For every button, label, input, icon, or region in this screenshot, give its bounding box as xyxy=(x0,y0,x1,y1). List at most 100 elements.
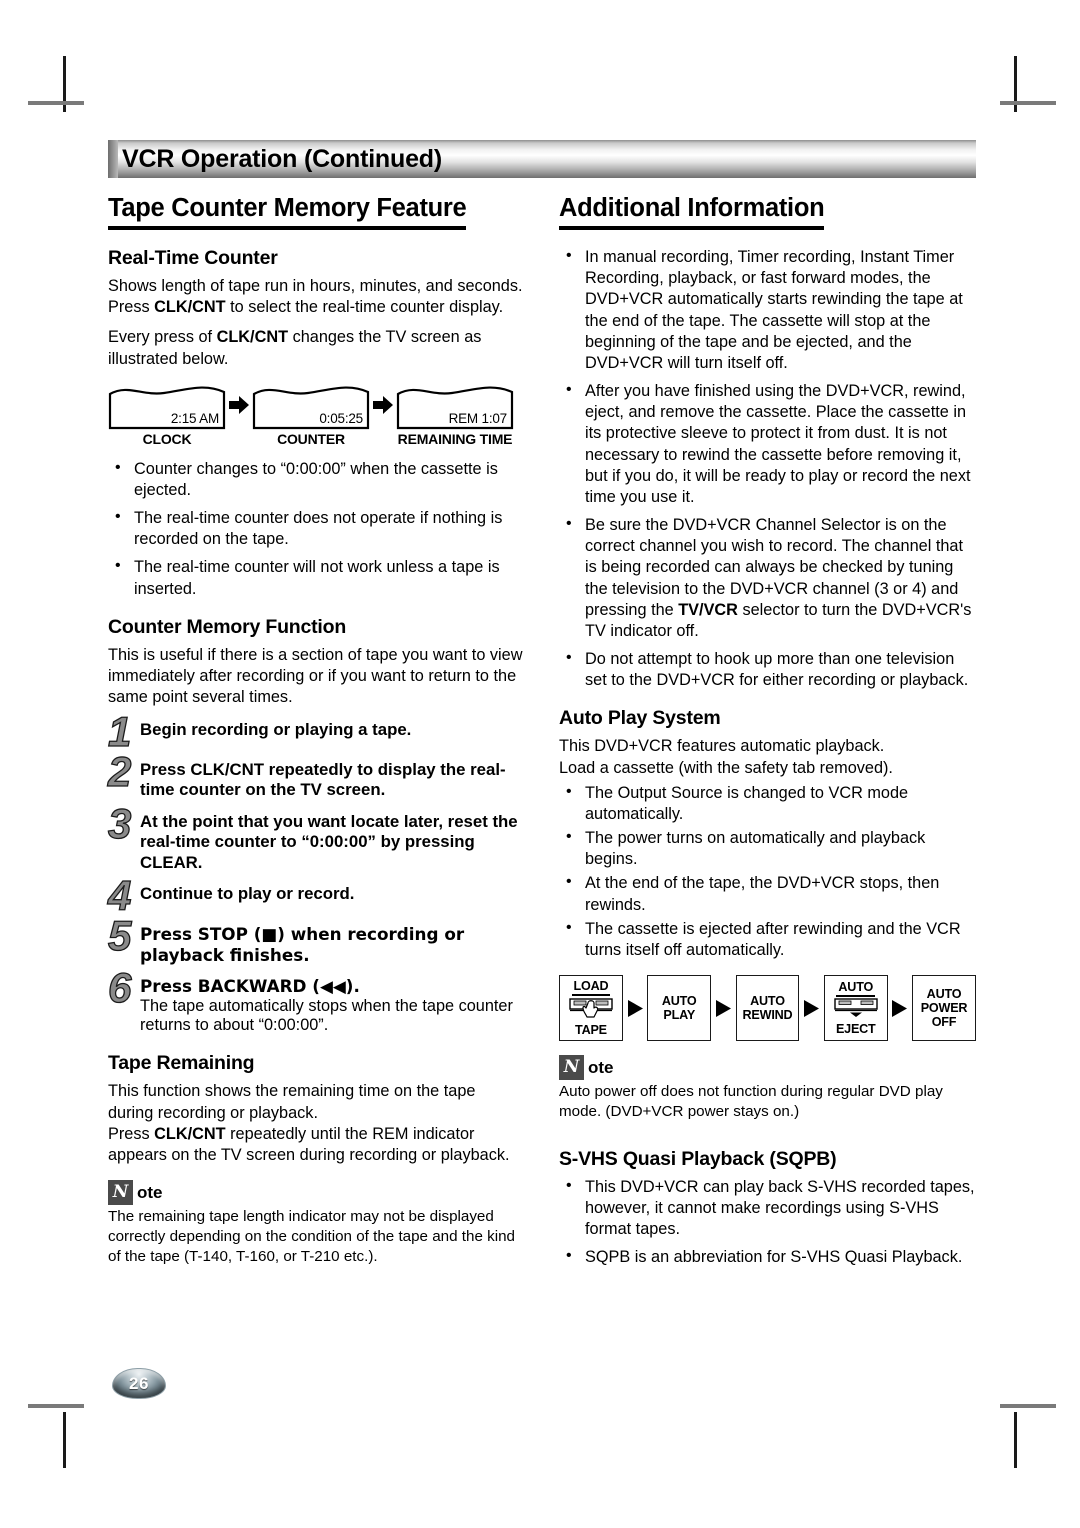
tv-screen-remaining-value: REM 1:07 xyxy=(448,410,508,426)
list-item: At the end of the tape, the DVD+VCR stop… xyxy=(559,872,976,915)
step-number: 5 xyxy=(107,912,132,960)
screen-unit-clock: 2:15 AM CLOCK xyxy=(108,380,226,447)
step-text: Continue to play or record. xyxy=(140,884,355,904)
step-text: Begin recording or playing a tape. xyxy=(140,720,412,740)
tv-screen-counter: 0:05:25 xyxy=(252,380,370,430)
auto-play-paragraph-2: Load a cassette (with the safety tab rem… xyxy=(559,758,893,777)
note-header-right: N ote xyxy=(559,1055,976,1081)
left-column: Tape Counter Memory Feature Real-Time Co… xyxy=(107,194,525,1276)
section-title-additional-information: Additional Information xyxy=(559,194,825,230)
note-body-left: The remaining tape length indicator may … xyxy=(108,1208,515,1265)
step-3: 3 At the point that you want locate late… xyxy=(107,799,525,873)
flow-arrow-3-icon xyxy=(799,999,823,1018)
cassette-eject-icon xyxy=(832,998,880,1021)
crop-mark-bottom-right xyxy=(1014,1412,1017,1468)
note-body-right: Auto power off does not function during … xyxy=(559,1083,943,1120)
step-text: Press CLK/CNT repeatedly to display the … xyxy=(140,759,506,800)
heading-auto-play-system: Auto Play System xyxy=(559,707,721,730)
list-item: Do not attempt to hook up more than one … xyxy=(559,648,976,691)
heading-real-time-counter: Real-Time Counter xyxy=(108,247,278,269)
flow-box-load-top-label: LOAD xyxy=(571,979,611,997)
step-5: 5 Press STOP (■) when recording or playb… xyxy=(107,912,525,965)
page-number-badge: 26 xyxy=(112,1368,166,1399)
list-item: In manual recording, Timer recording, In… xyxy=(559,246,976,374)
step-1: 1 Begin recording or playing a tape. xyxy=(107,710,525,753)
list-item: The cassette is ejected after rewinding … xyxy=(559,918,976,961)
flow-box-eject-bottom-label: EJECT xyxy=(835,1022,876,1037)
cassette-hand-icon xyxy=(567,997,615,1022)
step-4: 4 Continue to play or record. xyxy=(107,874,525,917)
rt-p1-c: to select the real-time counter display. xyxy=(225,298,504,317)
auto-play-flow-diagram: LOAD TAPE AUTO PLAY AUTO REWIND AUTO EJE… xyxy=(559,975,976,1042)
real-time-counter-notes-list: Counter changes to “0:00:00” when the ca… xyxy=(108,458,525,600)
flow-box-play-top-label: AUTO xyxy=(661,994,697,1009)
step-text-group: Press BACKWARD (◀◀). The tape automatica… xyxy=(140,974,525,1036)
flow-box-rewind-bottom-label: REWIND xyxy=(742,1008,793,1023)
auto-play-paragraph-1: This DVD+VCR features automatic playback… xyxy=(559,737,885,756)
tv-screen-remaining-time: REM 1:07 xyxy=(396,380,514,430)
step-extra-text: The tape automatically stops when the ta… xyxy=(140,996,513,1035)
flow-box-load-tape: LOAD TAPE xyxy=(559,975,623,1042)
list-item-channel-selector: Be sure the DVD+VCR Channel Selector is … xyxy=(559,514,976,642)
list-item: This DVD+VCR can play back S-VHS recorde… xyxy=(559,1176,976,1241)
flow-box-auto-play: AUTO PLAY xyxy=(647,975,712,1042)
flow-box-power-top-label: AUTO xyxy=(926,987,962,1002)
list-item: The real-time counter will not work unle… xyxy=(108,556,525,599)
step-text: Press STOP (■) when recording or playbac… xyxy=(140,924,465,965)
step-number: 6 xyxy=(107,964,132,1012)
flow-box-auto-eject: AUTO EJECT xyxy=(823,975,888,1042)
two-column-layout: Tape Counter Memory Feature Real-Time Co… xyxy=(107,194,976,1276)
flow-box-power-bottom-label: OFF xyxy=(931,1015,957,1030)
flow-box-eject-top-label: AUTO xyxy=(836,980,876,998)
counter-memory-steps: 1 Begin recording or playing a tape. 2 P… xyxy=(107,710,525,1036)
flow-arrow-2-icon xyxy=(711,999,735,1018)
additional-information-list: In manual recording, Timer recording, In… xyxy=(559,246,976,691)
tr-p2-a: Press xyxy=(108,1124,155,1143)
step-text: Press BACKWARD (◀◀). xyxy=(140,976,360,997)
list-item: The Output Source is changed to VCR mode… xyxy=(559,782,976,825)
additional-information-section-header: Additional Information xyxy=(559,194,976,237)
page-number: 26 xyxy=(129,1373,149,1393)
arrow-counter-to-remaining-icon xyxy=(370,380,396,430)
page-content: VCR Operation (Continued) Tape Counter M… xyxy=(107,140,976,1276)
rt-p2-key: CLK/CNT xyxy=(216,328,289,347)
crop-mark-bottom-right-edge xyxy=(1000,1404,1056,1408)
step-2: 2 Press CLK/CNT repeatedly to display th… xyxy=(107,747,525,801)
flow-box-play-bottom-label: PLAY xyxy=(663,1008,696,1023)
list-item: After you have finished using the DVD+VC… xyxy=(559,380,976,508)
crop-mark-left-edge xyxy=(28,101,84,105)
real-time-counter-paragraph-1: Shows length of tape run in hours, minut… xyxy=(108,276,525,318)
real-time-counter-paragraph-2: Every press of CLK/CNT changes the TV sc… xyxy=(108,327,525,369)
tape-remaining-paragraph-1: This function shows the remaining time o… xyxy=(108,1082,476,1122)
tape-counter-section-header: Tape Counter Memory Feature xyxy=(108,194,525,237)
tv-screen-clock: 2:15 AM xyxy=(108,380,226,430)
note-label: ote xyxy=(137,1182,163,1202)
counter-memory-intro: This is useful if there is a section of … xyxy=(108,645,523,707)
step-number: 2 xyxy=(107,747,132,795)
step-6: 6 Press BACKWARD (◀◀). The tape automati… xyxy=(107,964,525,1036)
heading-tape-remaining: Tape Remaining xyxy=(108,1052,255,1075)
tv-screen-clock-value: 2:15 AM xyxy=(170,410,219,426)
sqpb-list: This DVD+VCR can play back S-VHS recorde… xyxy=(559,1176,976,1269)
tv-screen-counter-value: 0:05:25 xyxy=(319,410,363,426)
note-label: ote xyxy=(588,1057,614,1077)
tape-remaining-paragraph-2: Press CLK/CNT repeatedly until the REM i… xyxy=(108,1124,525,1166)
note-header-left: N ote xyxy=(108,1180,525,1206)
flow-box-auto-power-off: AUTO POWER OFF xyxy=(912,975,976,1042)
step-text: At the point that you want locate later,… xyxy=(140,811,518,872)
screen-unit-counter: 0:05:25 COUNTER xyxy=(252,380,370,447)
crop-mark-right-edge xyxy=(1000,101,1056,105)
heading-counter-memory-function: Counter Memory Function xyxy=(108,615,347,638)
chapter-header-bar: VCR Operation (Continued) xyxy=(108,140,976,178)
note-badge-icon: N xyxy=(108,1180,133,1206)
flow-box-rewind-top-label: AUTO xyxy=(750,994,785,1009)
list-item: The power turns on automatically and pla… xyxy=(559,827,976,870)
note-badge-icon: N xyxy=(559,1055,584,1081)
crop-mark-bottom-left-edge xyxy=(28,1404,84,1408)
heading-svhs-quasi-playback: S-VHS Quasi Playback (SQPB) xyxy=(559,1147,837,1170)
rt-p1-key: CLK/CNT xyxy=(154,298,226,317)
flow-arrow-4-icon xyxy=(888,999,912,1018)
screen-unit-remaining-time: REM 1:07 REMAINING TIME xyxy=(396,380,514,447)
right-column: Additional Information In manual recordi… xyxy=(559,194,976,1276)
step-number: 3 xyxy=(107,799,132,847)
